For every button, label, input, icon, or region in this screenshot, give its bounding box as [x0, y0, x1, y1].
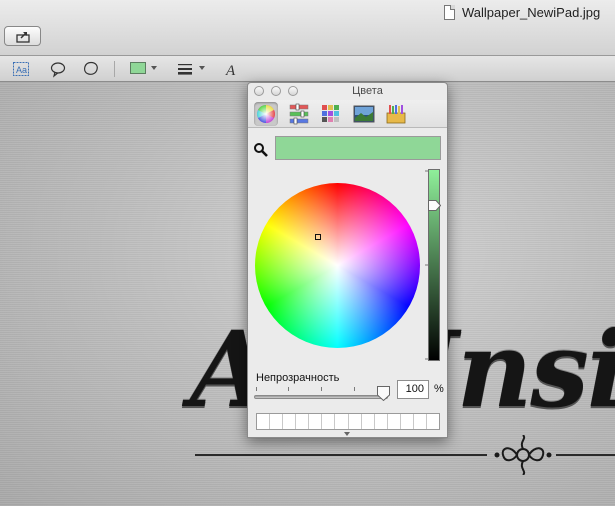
empty-swatch[interactable] — [388, 414, 401, 429]
opacity-slider[interactable] — [254, 395, 388, 399]
empty-swatch[interactable] — [362, 414, 375, 429]
chevron-down-icon[interactable] — [199, 66, 205, 70]
magnifier-icon[interactable] — [253, 142, 269, 163]
swatch-tray[interactable] — [256, 413, 440, 430]
opacity-tick — [354, 387, 355, 391]
colors-panel-title: Цвета — [352, 85, 383, 97]
color-wheel-icon — [257, 105, 275, 123]
decorative-rule — [556, 454, 615, 456]
empty-swatch[interactable] — [257, 414, 271, 429]
chevron-down-icon[interactable] — [151, 66, 157, 70]
empty-swatch[interactable] — [349, 414, 362, 429]
color-mode-bar — [248, 100, 447, 128]
empty-swatch[interactable] — [322, 414, 336, 429]
empty-swatch[interactable] — [270, 414, 284, 429]
opacity-knob[interactable] — [377, 386, 390, 401]
text-selection-icon[interactable]: Aa — [12, 60, 30, 78]
pencils-mode-button[interactable] — [384, 102, 408, 126]
image-mode-button[interactable] — [352, 102, 376, 126]
opacity-field[interactable]: 100 — [397, 380, 429, 399]
color-palettes-icon — [322, 105, 339, 122]
speech-bubble-icon[interactable] — [49, 60, 67, 78]
decorative-rule — [195, 454, 487, 456]
svg-text:Aa: Aa — [16, 65, 27, 75]
brightness-knob[interactable] — [428, 200, 441, 211]
color-sliders-icon — [289, 103, 309, 125]
empty-swatch[interactable] — [309, 414, 323, 429]
empty-swatch[interactable] — [375, 414, 388, 429]
color-wheel-marker[interactable] — [315, 234, 321, 240]
current-color-swatch[interactable] — [275, 136, 441, 160]
opacity-tick — [288, 387, 289, 391]
empty-swatch[interactable] — [296, 414, 310, 429]
document-title: Wallpaper_NewiPad.jpg — [462, 5, 601, 20]
document-icon — [444, 5, 455, 20]
color-wheel[interactable] — [255, 183, 420, 348]
opacity-unit: % — [434, 383, 444, 395]
title-bar: Wallpaper_NewiPad.jpg — [0, 0, 615, 56]
svg-text:A: A — [225, 63, 236, 78]
share-icon — [16, 32, 30, 43]
empty-swatch[interactable] — [401, 414, 414, 429]
opacity-tick — [256, 387, 257, 391]
shape-outline-icon[interactable] — [82, 60, 100, 78]
toolbar-separator — [114, 61, 115, 77]
flourish-ornament-icon — [494, 435, 552, 475]
share-button[interactable] — [4, 26, 41, 46]
colors-panel-titlebar[interactable]: Цвета — [248, 83, 447, 100]
crayons-icon — [386, 105, 406, 124]
line-width-icon[interactable] — [177, 60, 195, 78]
sliders-mode-button[interactable] — [287, 102, 311, 126]
image-palette-icon — [353, 105, 375, 123]
opacity-tick — [321, 387, 322, 391]
color-wheel-mode-button[interactable] — [254, 102, 278, 126]
colors-panel: Цвета Непрозрачность 100 % — [247, 82, 448, 438]
brightness-ticks — [425, 170, 428, 360]
font-icon[interactable]: A — [223, 60, 241, 78]
empty-swatch[interactable] — [283, 414, 297, 429]
empty-swatch[interactable] — [335, 414, 349, 429]
empty-swatch[interactable] — [427, 414, 439, 429]
markup-toolbar: Aa A — [0, 56, 615, 82]
color-swatch-icon[interactable] — [130, 62, 146, 74]
palettes-mode-button[interactable] — [319, 102, 343, 126]
empty-swatch[interactable] — [414, 414, 428, 429]
resize-handle-icon[interactable] — [344, 432, 350, 436]
opacity-label: Непрозрачность — [256, 372, 340, 384]
